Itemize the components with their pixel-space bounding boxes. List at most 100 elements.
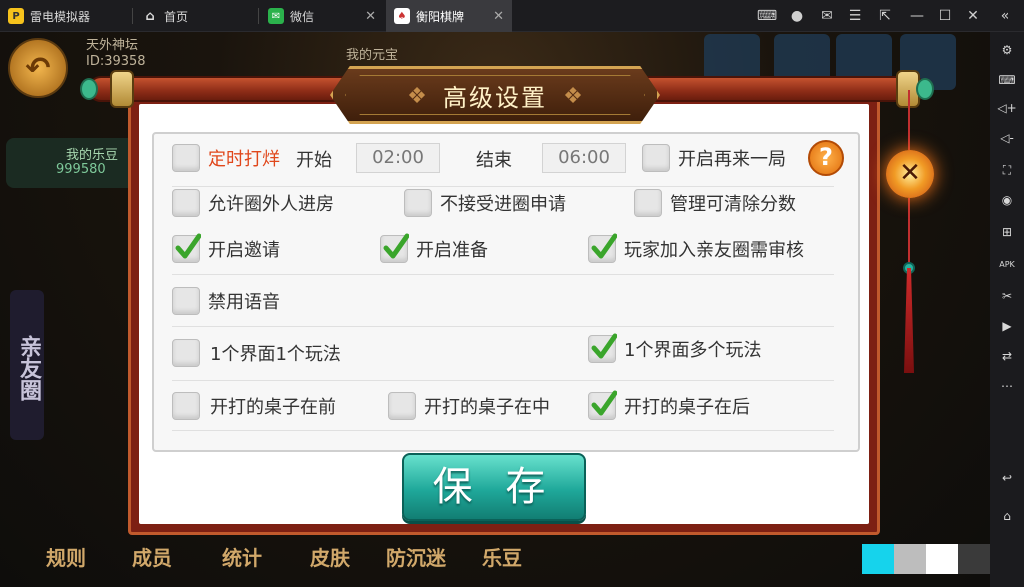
timer-close-option[interactable]: 定时打烊	[172, 143, 280, 173]
row-divider	[172, 274, 834, 275]
tab-home[interactable]: ⌂ 首页	[134, 0, 258, 32]
one-per-screen-label: 1个界面1个玩法	[210, 344, 341, 365]
table-middle-option[interactable]: 开打的桌子在中	[388, 391, 550, 421]
video-icon[interactable]: ▶	[997, 316, 1017, 336]
one-per-screen-option[interactable]: 1个界面1个玩法	[172, 338, 341, 368]
emulator-sidebar: ⚙ ⌨ ◁+ ◁- ⛶ ◉ ⊞ APK ✂ ▶ ⇄ ⋯ ↩ ⌂	[990, 32, 1024, 587]
scissors-icon[interactable]: ✂	[997, 286, 1017, 306]
record-icon[interactable]: ◉	[997, 190, 1017, 210]
admin-clear-score-option[interactable]: 管理可清除分数	[634, 188, 796, 218]
bottom-nav-beans[interactable]: 乐豆	[482, 542, 522, 571]
sync-icon[interactable]: ⇄	[997, 346, 1017, 366]
row-divider	[172, 326, 834, 327]
enable-invite-checkbox[interactable]	[172, 233, 201, 263]
disable-voice-label: 禁用语音	[208, 292, 280, 313]
checkmark-icon	[591, 390, 617, 416]
tab-wechat-label: 微信	[290, 9, 315, 24]
table-back-checkbox[interactable]	[588, 390, 617, 420]
replay-option[interactable]: 开启再来一局	[642, 143, 786, 173]
table-middle-checkbox[interactable]	[388, 392, 416, 420]
table-front-checkbox[interactable]	[172, 392, 200, 420]
bottom-nav-stats[interactable]: 统计	[222, 542, 262, 571]
tab-game-label: 衡阳棋牌	[416, 9, 465, 24]
disable-voice-option[interactable]: 禁用语音	[172, 286, 280, 316]
tab-hengyang-chess[interactable]: ♠ 衡阳棋牌 ✕	[386, 0, 512, 32]
color-swatch	[958, 544, 990, 574]
checkmark-icon	[591, 233, 617, 259]
table-back-option[interactable]: 开打的桌子在后	[588, 390, 750, 421]
disable-voice-checkbox[interactable]	[172, 287, 200, 315]
tab-home-label: 首页	[164, 9, 189, 24]
club-side-tab[interactable]: 亲友圈	[10, 290, 44, 440]
table-front-option[interactable]: 开打的桌子在前	[172, 391, 336, 421]
join-review-option[interactable]: 玩家加入亲友圈需审核	[588, 233, 804, 264]
volume-up-icon[interactable]: ◁+	[997, 98, 1017, 118]
bottom-nav-anti-addiction[interactable]: 防沉迷	[386, 542, 446, 571]
reject-join-option[interactable]: 不接受进圈申请	[404, 188, 566, 218]
allow-outsiders-option[interactable]: 允许圈外人进房	[172, 188, 334, 218]
table-middle-label: 开打的桌子在中	[424, 397, 550, 418]
close-dialog-icon[interactable]: ✕	[886, 150, 934, 198]
allow-outsiders-label: 允许圈外人进房	[208, 194, 334, 215]
more-icon[interactable]: ⋯	[997, 376, 1017, 396]
multi-per-screen-checkbox[interactable]	[588, 333, 617, 363]
add-window-icon[interactable]: ⊞	[997, 222, 1017, 242]
app-name: 雷电模拟器	[30, 9, 91, 24]
allow-outsiders-checkbox[interactable]	[172, 189, 200, 217]
multi-per-screen-label: 1个界面多个玩法	[624, 340, 762, 361]
close-icon[interactable]: ✕	[493, 9, 504, 24]
settings-gear-icon[interactable]: ⚙	[997, 40, 1017, 60]
row-divider	[172, 186, 834, 187]
scroll-rod-cap	[110, 70, 134, 108]
close-window-icon[interactable]: ✕	[960, 0, 986, 32]
leidian-logo-icon: P	[8, 8, 24, 24]
emulator-titlebar: P 雷电模拟器 ⌂ 首页 ✉ 微信 ✕ ♠ 衡阳棋牌 ✕ ⌨ ● ✉ ☰ ⇱ —…	[0, 0, 1024, 32]
dialog-title: 高级设置	[443, 83, 547, 112]
start-time-field[interactable]: 02:00	[356, 143, 440, 173]
keyboard-icon[interactable]: ⌨	[997, 70, 1017, 90]
app-title: P 雷电模拟器	[0, 0, 132, 32]
reject-join-label: 不接受进圈申请	[440, 194, 566, 215]
minimize-icon[interactable]: —	[904, 0, 930, 32]
enable-invite-option[interactable]: 开启邀请	[172, 233, 280, 264]
collapse-sidebar-icon[interactable]: «	[992, 0, 1018, 32]
my-pit-label: 我的元宝	[346, 48, 399, 63]
bottom-nav-rules[interactable]: 规则	[46, 542, 86, 571]
wechat-icon: ✉	[268, 8, 284, 24]
color-swatch	[862, 544, 894, 574]
tab-separator	[132, 8, 133, 24]
save-button[interactable]: 保 存	[402, 453, 586, 521]
join-review-checkbox[interactable]	[588, 233, 617, 263]
maximize-icon[interactable]: ☐	[932, 0, 958, 32]
enable-ready-checkbox[interactable]	[380, 233, 409, 263]
tab-wechat[interactable]: ✉ 微信 ✕	[260, 0, 384, 32]
back-icon[interactable]: ↩	[997, 468, 1017, 488]
mail-icon[interactable]: ✉	[814, 0, 840, 32]
help-question-icon[interactable]: ?	[808, 140, 844, 176]
fullscreen-icon[interactable]: ⛶	[997, 160, 1017, 180]
admin-clear-score-checkbox[interactable]	[634, 189, 662, 217]
reject-join-checkbox[interactable]	[404, 189, 432, 217]
home-nav-icon[interactable]: ⌂	[997, 506, 1017, 526]
bottom-nav-members[interactable]: 成员	[132, 542, 172, 571]
close-icon[interactable]: ✕	[365, 9, 376, 24]
popout-icon[interactable]: ⇱	[872, 0, 898, 32]
bottom-nav-skin[interactable]: 皮肤	[310, 542, 350, 571]
menu-icon[interactable]: ☰	[842, 0, 868, 32]
multi-per-screen-option[interactable]: 1个界面多个玩法	[588, 333, 762, 364]
player-name: 天外神坛	[86, 38, 139, 53]
replay-checkbox[interactable]	[642, 144, 670, 172]
beans-label: 我的乐豆	[66, 148, 119, 163]
table-front-label: 开打的桌子在前	[210, 397, 336, 418]
apk-install-icon[interactable]: APK	[997, 254, 1017, 274]
one-per-screen-checkbox[interactable]	[172, 339, 200, 367]
enable-ready-option[interactable]: 开启准备	[380, 233, 488, 264]
checkmark-icon	[591, 333, 617, 359]
back-arrow-icon[interactable]: ↶	[8, 38, 68, 98]
timer-close-checkbox[interactable]	[172, 144, 200, 172]
gamepad-icon[interactable]: ⌨	[754, 0, 780, 32]
end-time-field[interactable]: 06:00	[542, 143, 626, 173]
volume-down-icon[interactable]: ◁-	[997, 128, 1017, 148]
user-avatar-icon[interactable]: ●	[784, 0, 810, 32]
player-id: ID:39358	[86, 54, 146, 69]
